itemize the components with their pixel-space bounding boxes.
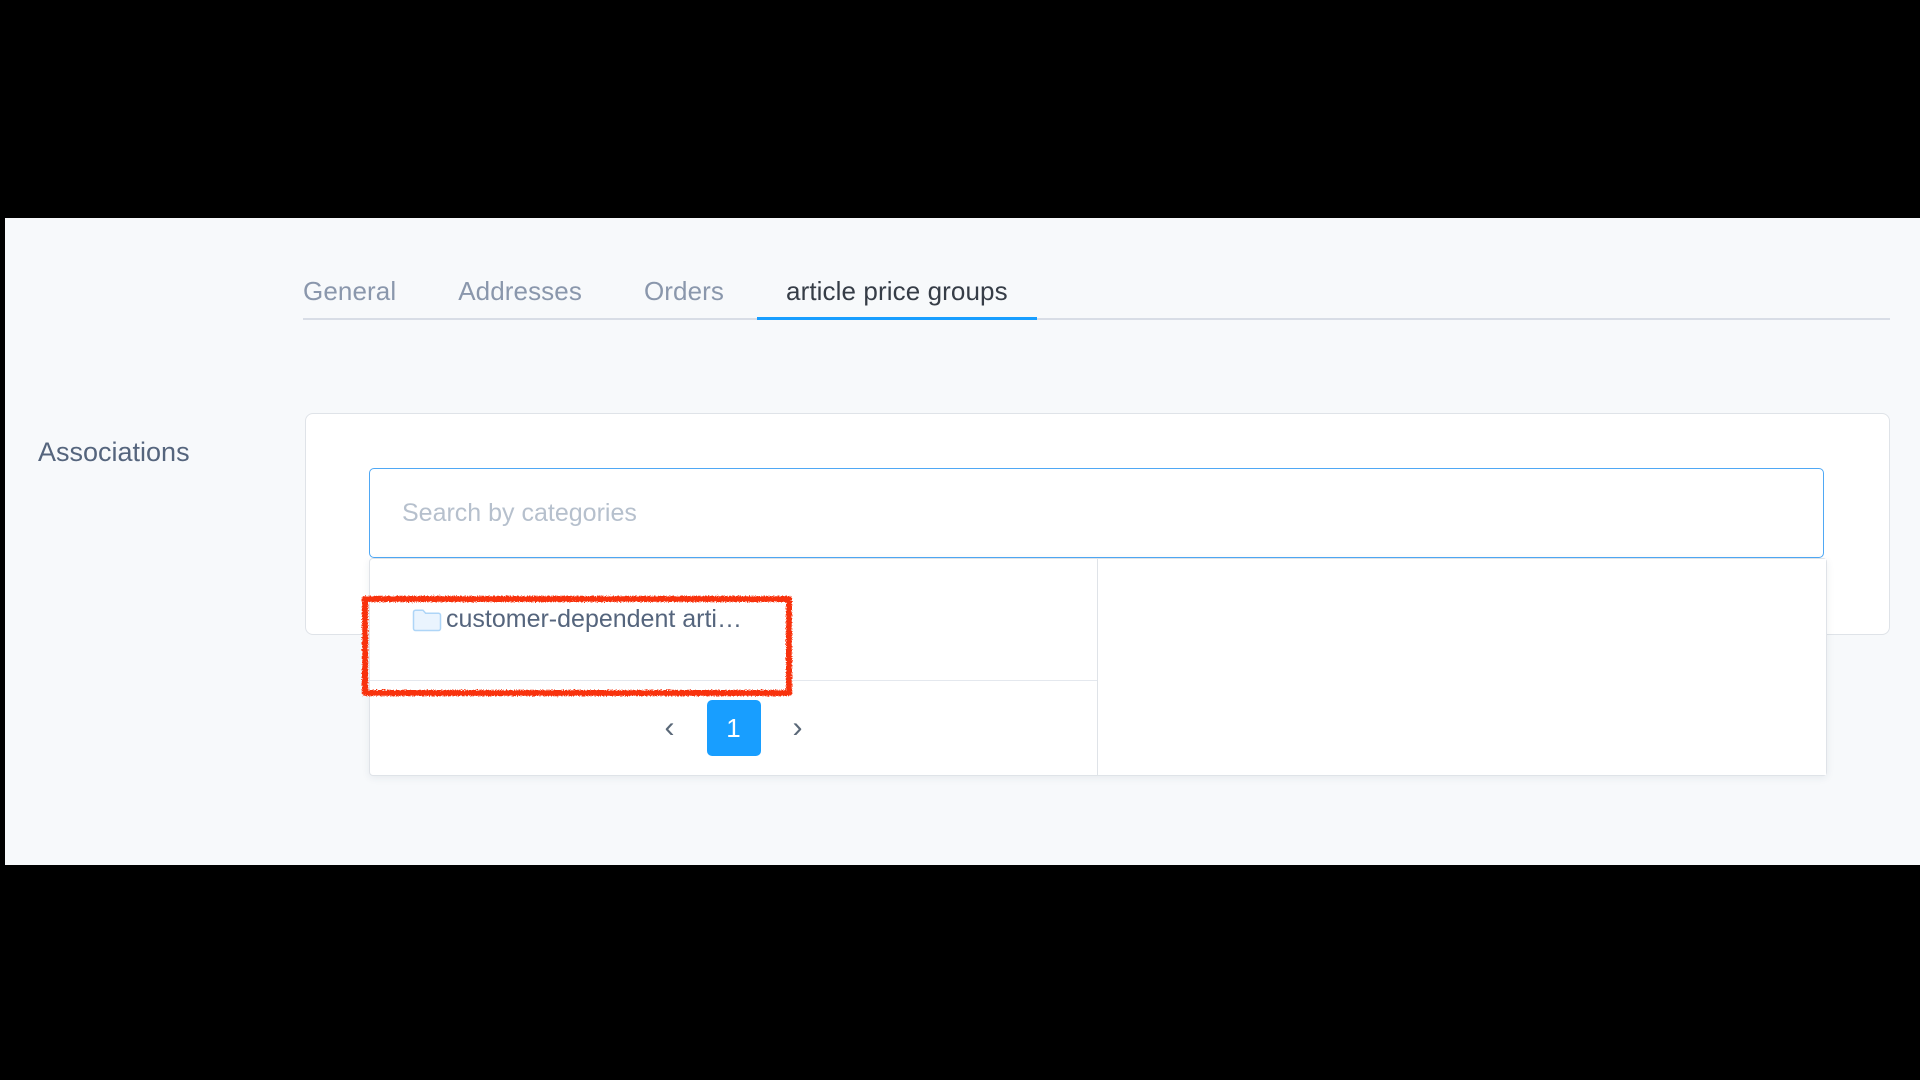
pagination-page-1-button[interactable]: 1 <box>706 700 761 756</box>
screenshot-canvas: General Addresses Orders article price g… <box>0 0 1920 1080</box>
category-dropdown-panel: customer-dependent arti… ‹ 1 › <box>369 558 1827 776</box>
list-item-label: customer-dependent arti… <box>446 605 742 633</box>
search-field-wrapper <box>369 468 1824 558</box>
folder-icon <box>412 609 442 632</box>
app-viewport: General Addresses Orders article price g… <box>5 218 1920 865</box>
tab-orders[interactable]: Orders <box>644 278 724 320</box>
tab-general[interactable]: General <box>303 278 396 320</box>
associations-label: Associations <box>38 437 190 467</box>
pagination-next-button[interactable]: › <box>783 710 813 746</box>
tab-article-price-groups[interactable]: article price groups <box>757 278 1037 320</box>
list-item[interactable]: customer-dependent arti… <box>370 591 1097 649</box>
category-list: customer-dependent arti… <box>370 559 1097 681</box>
tab-bar: General Addresses Orders article price g… <box>303 260 1890 320</box>
category-dropdown-right-column <box>1098 559 1826 775</box>
pagination: ‹ 1 › <box>370 681 1097 775</box>
category-dropdown-left-column: customer-dependent arti… ‹ 1 › <box>370 559 1098 775</box>
tab-addresses[interactable]: Addresses <box>458 278 582 320</box>
search-input[interactable] <box>369 468 1824 558</box>
tab-strip: General Addresses Orders article price g… <box>303 260 1890 320</box>
pagination-prev-button[interactable]: ‹ <box>655 710 685 746</box>
